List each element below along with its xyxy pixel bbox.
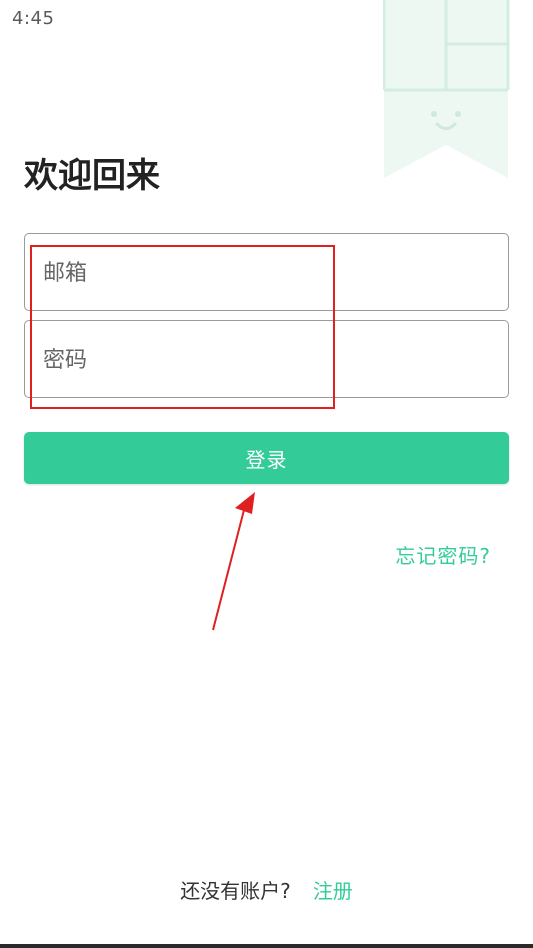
page-title: 欢迎回来 xyxy=(24,156,160,196)
password-input[interactable] xyxy=(41,321,485,399)
password-field[interactable] xyxy=(24,320,509,399)
email-input[interactable] xyxy=(41,234,485,312)
footer: 还没有账户? 注册 xyxy=(0,875,533,904)
email-field[interactable] xyxy=(24,233,509,312)
status-time: 4:45 xyxy=(12,8,55,29)
register-link[interactable]: 注册 xyxy=(313,879,353,903)
no-account-text: 还没有账户? xyxy=(180,879,291,903)
forgot-password-link[interactable]: 忘记密码? xyxy=(395,540,491,569)
bookmark-decoration xyxy=(383,0,510,178)
login-button[interactable]: 登录 xyxy=(24,432,509,484)
annotation-arrow xyxy=(212,492,255,631)
bottom-edge-line xyxy=(0,944,533,948)
